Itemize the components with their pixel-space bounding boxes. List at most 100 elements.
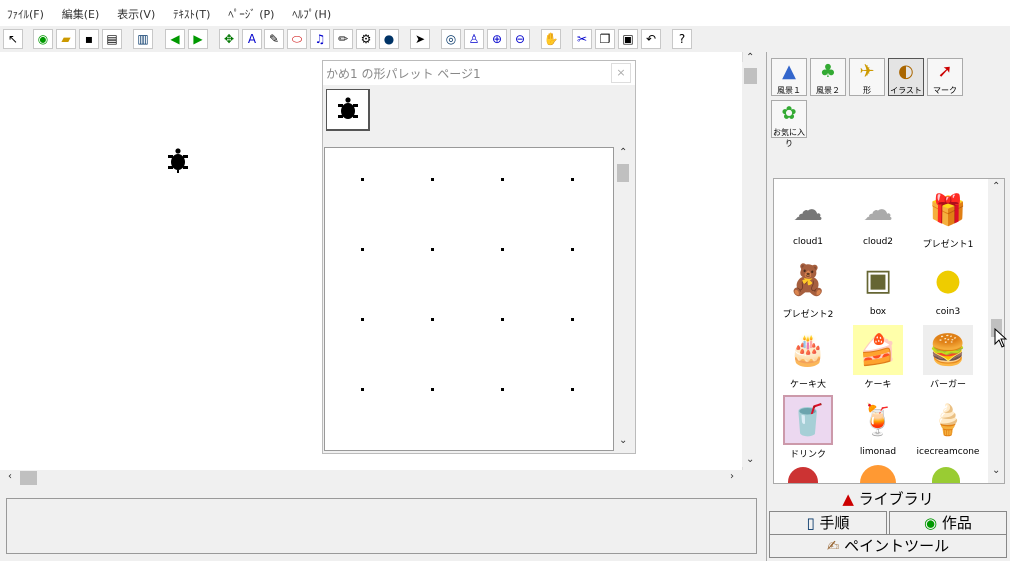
zoom-in-icon[interactable]: ⊕ [487, 29, 507, 49]
text-box-icon[interactable]: A [242, 29, 262, 49]
library-item-cake[interactable]: 🍰 ケーキ [846, 325, 910, 390]
scroll-right-icon[interactable]: › [730, 471, 734, 482]
menu-file[interactable]: ﾌｧｲﾙ(F) [0, 0, 51, 22]
scroll-up-icon[interactable]: ⌃ [619, 147, 627, 158]
item-label: cloud1 [792, 237, 824, 247]
paint-tool-button[interactable]: ✍ ペイントツール [769, 534, 1007, 558]
scroll-thumb[interactable] [744, 68, 757, 84]
undo-icon[interactable]: ↶ [641, 29, 661, 49]
category-label: マーク [933, 86, 957, 95]
grid-dot [571, 178, 574, 181]
scroll-left-icon[interactable]: ‹ [8, 471, 12, 482]
button-label: ライブラリ [858, 490, 934, 508]
library-item-present1[interactable]: 🎁 プレゼント1 [916, 185, 980, 251]
library-item-cloud1[interactable]: ☁ cloud1 [776, 185, 840, 248]
forward-arrow-icon[interactable]: ▶ [188, 29, 208, 49]
grid-dot [571, 248, 574, 251]
category-mark[interactable]: ➚ マーク [927, 58, 963, 96]
category-landscape1[interactable]: ▲ 風景１ [771, 58, 807, 96]
library-item-burger[interactable]: 🍔 バーガー [916, 325, 980, 390]
paste-icon[interactable]: ▣ [618, 29, 638, 49]
library-item-cake-large[interactable]: 🎂 ケーキ大 [776, 325, 840, 391]
zoom-out-icon[interactable]: ⊖ [510, 29, 530, 49]
scroll-down-icon[interactable]: ⌄ [746, 454, 754, 465]
stop-hand-icon[interactable]: ✋ [541, 29, 561, 49]
menu-help[interactable]: ﾍﾙﾌﾟ(H) [285, 0, 338, 22]
item-label: ケーキ大 [789, 380, 826, 390]
cursor-icon[interactable]: ↖ [3, 29, 23, 49]
open-folder-icon[interactable]: ▰ [56, 29, 76, 49]
cake-large-icon: 🎂 [789, 332, 827, 368]
category-landscape2[interactable]: ♣ 風景２ [810, 58, 846, 96]
scroll-up-icon[interactable]: ⌃ [992, 181, 1000, 192]
music-icon[interactable]: ♫ [310, 29, 330, 49]
item-label: box [869, 307, 887, 317]
item-label: ドリンク [789, 450, 826, 460]
library-item-cloud2[interactable]: ☁ cloud2 [846, 185, 910, 248]
menu-text[interactable]: ﾃｷｽﾄ(T) [166, 0, 217, 22]
drink-can-icon: 🥤 [783, 395, 833, 445]
cut-icon[interactable]: ✂ [572, 29, 592, 49]
library-item-drink[interactable]: 🥤 ドリンク [776, 395, 840, 460]
help-icon[interactable]: ? [672, 29, 692, 49]
button-label: 作品 [941, 514, 972, 532]
scroll-thumb[interactable] [617, 164, 629, 182]
print-icon[interactable]: ▤ [102, 29, 122, 49]
draw-icon[interactable]: ✎ [264, 29, 284, 49]
mountain-icon: ▲ [782, 61, 796, 82]
film-icon[interactable]: ⚙ [356, 29, 376, 49]
palette-icon: ◐ [898, 61, 914, 82]
library-item-present2[interactable]: 🧸 プレゼント2 [776, 255, 840, 321]
scroll-down-icon[interactable]: ⌄ [619, 435, 627, 446]
category-favorites[interactable]: ✿ お気に入り [771, 100, 807, 148]
eraser-icon[interactable]: ⬭ [287, 29, 307, 49]
layout-icon[interactable]: ▥ [133, 29, 153, 49]
partial-item-balloons [860, 465, 896, 483]
scroll-thumb[interactable] [20, 471, 37, 485]
scroll-up-icon[interactable]: ⌃ [746, 52, 754, 63]
library-item-limonad[interactable]: 🍹 limonad [846, 395, 910, 458]
turtle-sprite[interactable] [166, 148, 190, 174]
stamp-icon[interactable]: ♙ [464, 29, 484, 49]
category-label: 風景２ [816, 86, 840, 95]
menu-edit[interactable]: 編集(E) [55, 0, 107, 22]
library-item-icecreamcone[interactable]: 🍦 icecreamcone [916, 395, 980, 458]
save-icon[interactable]: ▪ [79, 29, 99, 49]
back-arrow-icon[interactable]: ◀ [165, 29, 185, 49]
tree-icon: ♣ [819, 61, 837, 82]
scroll-down-icon[interactable]: ⌄ [992, 465, 1000, 476]
burger-icon: 🍔 [923, 325, 973, 375]
cloud-icon: ☁ [793, 192, 823, 228]
category-shape[interactable]: ✈ 形 [849, 58, 885, 96]
pointer-icon[interactable]: ➤ [410, 29, 430, 49]
eye-icon[interactable]: ◎ [441, 29, 461, 49]
turtle-icon[interactable]: ✥ [219, 29, 239, 49]
procedure-button[interactable]: ▯ 手順 [769, 511, 887, 535]
menu-view[interactable]: 表示(V) [110, 0, 162, 22]
teddy-bear-icon: 🧸 [789, 262, 827, 298]
library-item-box[interactable]: ▣ box [846, 255, 910, 318]
pencil-icon[interactable]: ✏ [333, 29, 353, 49]
item-label: バーガー [929, 380, 966, 390]
library-button[interactable]: ▲ ライブラリ [769, 488, 1007, 510]
item-label: ケーキ [864, 380, 892, 390]
works-button[interactable]: ◉ 作品 [889, 511, 1007, 535]
shape-slot-turtle[interactable] [326, 89, 370, 131]
grid-dot [431, 388, 434, 391]
arrow-mark-icon: ➚ [937, 61, 953, 82]
close-icon[interactable]: × [611, 63, 631, 83]
mouse-cursor-icon [994, 328, 1008, 348]
ice-cream-icon: 🍦 [929, 402, 967, 438]
copy-icon[interactable]: ❐ [595, 29, 615, 49]
canvas-vertical-scrollbar[interactable]: ⌃ ⌄ [742, 52, 759, 467]
record-icon[interactable]: ● [379, 29, 399, 49]
category-label: イラスト [890, 86, 922, 95]
shape-grid[interactable] [324, 147, 614, 451]
menu-page[interactable]: ﾍﾟｰｼﾞ (P) [221, 0, 281, 22]
library-icon: ▲ [842, 490, 854, 508]
library-item-coin3[interactable]: ● coin3 [916, 255, 980, 318]
palette-scrollbar[interactable]: ⌃ ⌄ [615, 147, 631, 451]
globe-icon[interactable]: ◉ [33, 29, 53, 49]
category-illust[interactable]: ◐ イラスト [888, 58, 924, 96]
canvas-horizontal-scrollbar[interactable]: ‹ › [0, 470, 742, 486]
